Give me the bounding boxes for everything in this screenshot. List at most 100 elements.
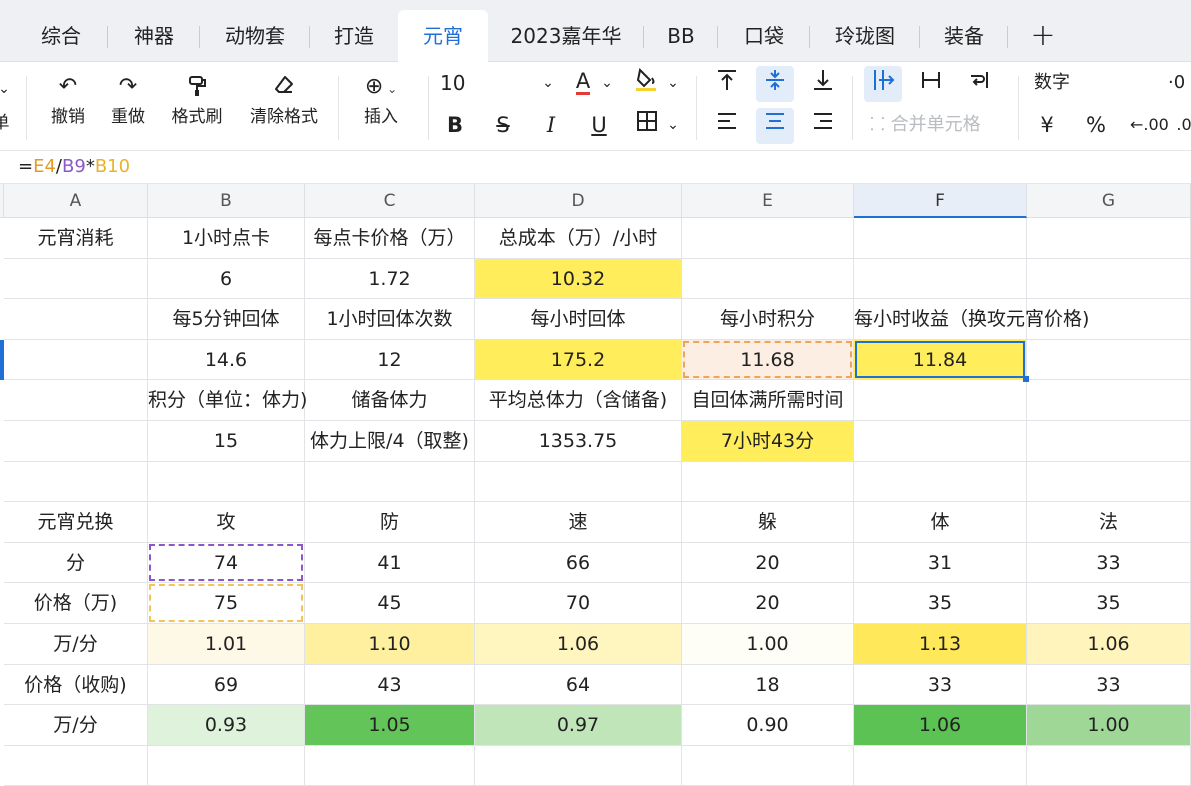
cell-c13[interactable]: 1.05: [305, 705, 475, 746]
font-size-select[interactable]: 10: [440, 68, 480, 98]
cell-g14[interactable]: [1027, 745, 1191, 786]
cell-b8[interactable]: 攻: [148, 502, 305, 543]
tab-yuanxiao[interactable]: 元宵: [398, 10, 488, 63]
cell-a11[interactable]: 万/分: [4, 624, 148, 665]
cell-e8[interactable]: 躲: [682, 502, 854, 543]
cell-f6[interactable]: [854, 421, 1027, 462]
tab-koudai[interactable]: 口袋: [718, 10, 810, 62]
cell-f11[interactable]: 1.13: [854, 624, 1027, 665]
underline-button[interactable]: U: [586, 110, 612, 140]
truncate-button[interactable]: [916, 68, 946, 100]
cell-c12[interactable]: 43: [305, 664, 475, 706]
borders-button[interactable]: [634, 110, 660, 140]
undo-button[interactable]: ↶ 撤销: [44, 74, 92, 128]
cell-e5[interactable]: 自回体满所需时间: [682, 380, 854, 421]
currency-button[interactable]: ¥: [1034, 110, 1060, 140]
overflow-button[interactable]: [868, 68, 898, 100]
tab-linglongtu[interactable]: 玲珑图: [810, 10, 920, 62]
cell-a7[interactable]: [4, 461, 148, 503]
cell-c7[interactable]: [305, 461, 475, 503]
cell-f8[interactable]: 体: [854, 502, 1027, 543]
chevron-down-icon[interactable]: ⌄: [664, 110, 682, 140]
clear-format-button[interactable]: 清除格式: [244, 74, 324, 128]
cell-b3[interactable]: 每5分钟回体: [148, 299, 305, 340]
cell-f5[interactable]: [854, 380, 1027, 421]
cell-b14[interactable]: [148, 745, 305, 786]
tab-zonghe[interactable]: 综合: [14, 10, 108, 62]
fill-color-button[interactable]: [632, 66, 660, 100]
cell-d2[interactable]: 10.32: [475, 258, 682, 300]
cell-f9[interactable]: 31: [854, 542, 1027, 584]
align-bottom-button[interactable]: [808, 68, 838, 100]
cell-a1[interactable]: 元宵消耗: [4, 218, 148, 259]
cell-a14[interactable]: [4, 745, 148, 786]
tab-2023-carnival[interactable]: 2023嘉年华: [488, 10, 644, 62]
cell-e2[interactable]: [682, 258, 854, 300]
cell-g9[interactable]: 33: [1027, 542, 1191, 584]
insert-button[interactable]: ⊕ ⌄ 插入: [352, 74, 410, 128]
increase-decimal-button[interactable]: .0: [1176, 110, 1191, 140]
cell-b13[interactable]: 0.93: [148, 705, 305, 746]
cell-c9[interactable]: 41: [305, 542, 475, 584]
cell-e9[interactable]: 20: [682, 542, 854, 584]
cell-f14[interactable]: [854, 745, 1027, 786]
cell-e1[interactable]: [682, 218, 854, 259]
align-center-button[interactable]: [760, 110, 790, 140]
cell-g3[interactable]: [1027, 299, 1191, 340]
cell-c3[interactable]: 1小时回体次数: [305, 299, 475, 340]
cell-e4[interactable]: 11.68: [682, 339, 854, 381]
cell-c4[interactable]: 12: [305, 339, 475, 381]
cell-d13[interactable]: 0.97: [475, 705, 682, 746]
cell-e12[interactable]: 18: [682, 664, 854, 706]
cell-f4[interactable]: 11.84: [854, 339, 1027, 381]
column-header-b[interactable]: B: [148, 184, 305, 218]
column-header-c[interactable]: C: [305, 184, 475, 218]
partial-menu-label[interactable]: 单: [0, 108, 10, 138]
cell-a2[interactable]: [4, 258, 148, 300]
column-header-g[interactable]: G: [1027, 184, 1191, 218]
cell-a3[interactable]: [4, 299, 148, 340]
cell-g2[interactable]: [1027, 258, 1191, 300]
cell-a12[interactable]: 价格（收购): [4, 664, 148, 706]
chevron-down-icon[interactable]: ⌄: [664, 68, 682, 98]
chevron-down-icon[interactable]: ⌄: [0, 74, 12, 104]
cell-d1[interactable]: 总成本（万）/小时: [475, 218, 682, 259]
number-format-select[interactable]: 数字: [1034, 68, 1094, 98]
column-header-d[interactable]: D: [475, 184, 682, 218]
cell-e11[interactable]: 1.00: [682, 624, 854, 665]
cell-g5[interactable]: [1027, 380, 1191, 421]
cell-c5[interactable]: 储备体力: [305, 380, 475, 421]
cell-d11[interactable]: 1.06: [475, 624, 682, 665]
cell-c10[interactable]: 45: [305, 583, 475, 624]
cell-d7[interactable]: [475, 461, 682, 503]
cell-f3[interactable]: 每小时收益（换攻元宵价格): [854, 299, 1089, 340]
cell-c8[interactable]: 防: [305, 502, 475, 543]
cell-c1[interactable]: 每点卡价格（万）: [305, 218, 475, 259]
cell-g4[interactable]: [1027, 339, 1191, 381]
cell-a9[interactable]: 分: [4, 542, 148, 584]
cell-d4[interactable]: 175.2: [475, 339, 682, 381]
cell-c11[interactable]: 1.10: [305, 624, 475, 665]
tab-dongwutao[interactable]: 动物套: [200, 10, 310, 62]
cell-b11[interactable]: 1.01: [148, 624, 305, 665]
cell-c2[interactable]: 1.72: [305, 258, 475, 300]
cell-d5[interactable]: 平均总体力（含储备): [475, 380, 682, 421]
cell-b10[interactable]: 75: [148, 583, 305, 624]
percent-button[interactable]: %: [1082, 110, 1110, 140]
align-top-button[interactable]: [712, 68, 742, 100]
cell-f12[interactable]: 33: [854, 664, 1027, 706]
cell-d10[interactable]: 70: [475, 583, 682, 624]
align-right-button[interactable]: [808, 110, 838, 140]
cell-b7[interactable]: [148, 461, 305, 503]
column-header-e[interactable]: E: [682, 184, 854, 218]
align-left-button[interactable]: [712, 110, 742, 140]
wrap-text-button[interactable]: [964, 68, 994, 100]
column-header-a[interactable]: A: [4, 184, 148, 218]
tab-dazao[interactable]: 打造: [310, 10, 398, 62]
cell-a4[interactable]: [4, 339, 148, 381]
column-header-f[interactable]: F: [854, 184, 1027, 218]
cell-f13[interactable]: 1.06: [854, 705, 1027, 746]
tab-zhuangbei[interactable]: 装备: [920, 10, 1008, 62]
cell-g10[interactable]: 35: [1027, 583, 1191, 624]
cell-g8[interactable]: 法: [1027, 502, 1191, 543]
